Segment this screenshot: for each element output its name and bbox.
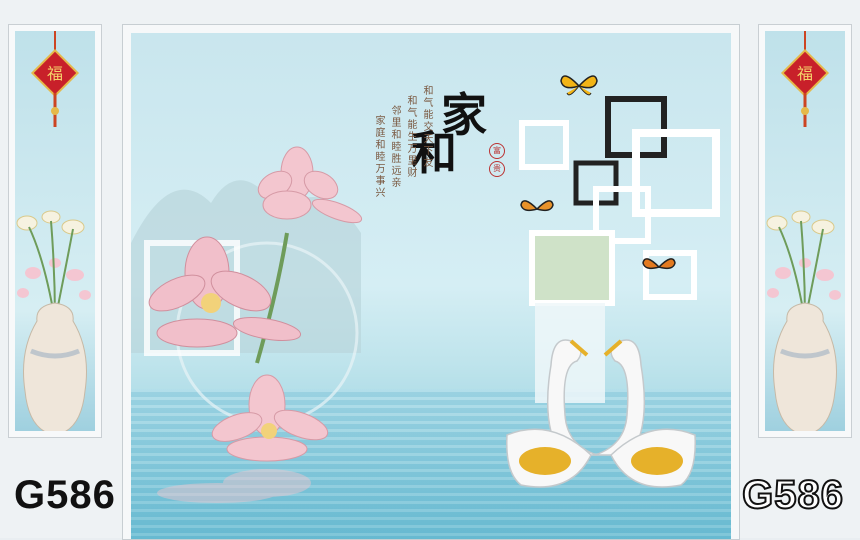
left-fu-char: 福 [47,64,63,83]
right-lantern-vase-illustration: 福 [766,31,841,431]
poem-line-1: 和气能交天下友 [421,85,432,169]
product-code-left: G586 [14,473,116,517]
left-lantern-vase-illustration: 福 [16,31,91,431]
right-fu-char: 福 [797,64,813,83]
butterfly-icon [520,200,554,212]
lotus-flowers [144,146,363,503]
swan-pair [506,339,696,488]
right-side-art: 福 [765,31,845,431]
seal-fu: 富 [489,143,505,159]
center-mural: 家 和 和气能交天下友 和气能生万里财 邻里和睦胜远亲 家庭和睦万事兴 富 贵 [131,33,731,539]
product-code-right: G586 [741,472,844,518]
right-side-panel: 福 [758,24,852,438]
left-side-panel: 福 [8,24,102,438]
poem-line-2: 和气能生万里财 [405,95,416,179]
center-mural-frame: 家 和 和气能交天下友 和气能生万里财 邻里和睦胜远亲 家庭和睦万事兴 富 贵 [122,24,740,540]
butterfly-icon [642,258,676,270]
left-side-art: 福 [15,31,95,431]
butterfly-icon [560,75,598,96]
seal-gui: 贵 [489,161,505,177]
wallpaper-background: 福 福 家 和 和气能交天下友 和气能生万里财 邻里和睦胜远亲 家庭和睦万事兴 … [0,0,860,540]
